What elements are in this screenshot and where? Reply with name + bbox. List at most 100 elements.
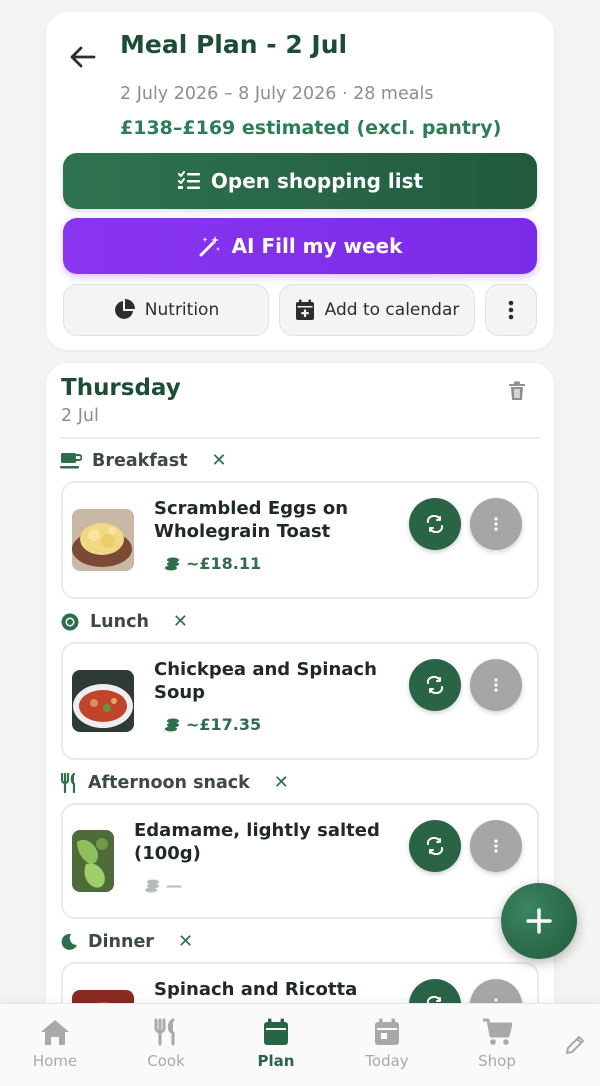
nav-plan[interactable]: Plan — [236, 1018, 316, 1070]
meal-label-breakfast: Breakfast ✕ — [60, 450, 227, 471]
meal-card-lunch[interactable]: Chickpea and Spinach Soup ~£17.35 — [61, 642, 539, 760]
bottom-navigation: Home Cook Plan Today Shop — [0, 1003, 600, 1086]
ai-fill-week-button[interactable]: AI Fill my week — [63, 218, 537, 274]
add-to-calendar-button[interactable]: Add to calendar — [279, 284, 475, 336]
meal-options-button[interactable] — [470, 820, 522, 872]
remove-meal-slot-button[interactable]: ✕ — [178, 931, 193, 952]
magic-wand-icon — [199, 236, 220, 257]
meal-label-text: Breakfast — [92, 450, 188, 471]
plus-icon — [526, 908, 552, 934]
meal-name-line: Scrambled Eggs on — [154, 498, 349, 519]
coins-icon — [165, 557, 179, 570]
trash-icon — [509, 381, 525, 400]
coffee-cup-icon — [60, 452, 82, 468]
cost-estimate: £138–£169 estimated (excl. pantry) — [120, 117, 502, 139]
nutrition-label: Nutrition — [144, 300, 220, 320]
nav-today[interactable]: Today — [347, 1018, 427, 1070]
meal-name-line: (100g) — [134, 843, 201, 864]
nav-home[interactable]: Home — [15, 1018, 95, 1070]
meal-plan-header-card: Meal Plan - 2 Jul 2 July 2026 – 8 July 2… — [46, 12, 554, 350]
swap-icon — [426, 837, 444, 855]
calendar-icon — [264, 1018, 288, 1045]
edit-button[interactable] — [564, 1034, 586, 1060]
nav-label: Today — [365, 1052, 409, 1070]
meal-label-text: Lunch — [90, 611, 149, 632]
page-title: Meal Plan - 2 Jul — [120, 30, 348, 59]
nav-label: Cook — [147, 1052, 185, 1070]
moon-icon — [61, 933, 77, 950]
meal-thumbnail — [72, 509, 134, 571]
back-button[interactable] — [68, 42, 98, 72]
coins-icon — [165, 718, 179, 731]
meal-options-button[interactable] — [470, 659, 522, 711]
meal-card-breakfast[interactable]: Scrambled Eggs on Wholegrain Toast ~£18.… — [61, 481, 539, 599]
meal-thumbnail — [72, 670, 134, 732]
meal-name: Scrambled Eggs on Wholegrain Toast — [154, 497, 348, 543]
nav-label: Home — [32, 1052, 78, 1070]
remove-meal-slot-button[interactable]: ✕ — [173, 611, 188, 632]
home-icon — [41, 1020, 69, 1045]
nav-label: Plan — [257, 1052, 295, 1070]
divider — [61, 437, 540, 439]
meal-card-afternoon-snack[interactable]: Edamame, lightly salted (100g) — — [61, 803, 539, 919]
meal-label-dinner: Dinner ✕ — [60, 931, 193, 952]
date-range-text: 2 July 2026 – 8 July 2026 · 28 meals — [120, 84, 434, 104]
sun-icon — [61, 613, 79, 630]
nutrition-button[interactable]: Nutrition — [63, 284, 269, 336]
kebab-icon — [494, 678, 498, 692]
calendar-today-icon — [375, 1018, 399, 1045]
fork-knife-icon — [60, 772, 76, 793]
meal-label-text: Dinner — [88, 931, 154, 952]
food-photo-edamame — [72, 830, 114, 892]
meal-price-text: ~£17.35 — [186, 715, 262, 734]
day-date: 2 Jul — [61, 406, 99, 426]
swap-meal-button[interactable] — [409, 498, 461, 550]
fork-knife-icon — [154, 1018, 175, 1046]
food-photo-soup — [72, 670, 134, 732]
delete-day-button[interactable] — [508, 381, 532, 405]
meal-thumbnail — [72, 830, 114, 892]
meal-name-line: Soup — [154, 682, 206, 703]
meal-price: ~£18.11 — [164, 554, 261, 573]
meal-label-afternoon-snack: Afternoon snack ✕ — [60, 772, 289, 793]
meal-label-lunch: Lunch ✕ — [60, 611, 188, 632]
food-photo-eggs — [72, 509, 134, 571]
swap-meal-button[interactable] — [409, 659, 461, 711]
meal-price: — — [144, 876, 182, 895]
meal-label-text: Afternoon snack — [88, 772, 250, 793]
kebab-icon — [494, 517, 498, 531]
swap-icon — [426, 515, 444, 533]
add-to-calendar-label: Add to calendar — [324, 300, 460, 320]
nav-cook[interactable]: Cook — [126, 1018, 206, 1070]
meal-name-line: Chickpea and Spinach — [154, 659, 377, 680]
kebab-icon — [494, 839, 498, 853]
more-options-button[interactable] — [485, 284, 537, 336]
swap-icon — [426, 676, 444, 694]
nav-shop[interactable]: Shop — [457, 1018, 537, 1070]
add-meal-fab[interactable] — [501, 883, 577, 959]
pencil-icon — [566, 1036, 584, 1054]
meal-options-button[interactable] — [470, 498, 522, 550]
calendar-add-icon — [295, 299, 314, 320]
meal-price-text: ~£18.11 — [186, 554, 262, 573]
checklist-icon — [177, 171, 200, 189]
cart-icon — [483, 1018, 512, 1045]
nav-label: Shop — [478, 1052, 516, 1070]
meal-name: Edamame, lightly salted (100g) — [134, 819, 380, 865]
meal-name: Chickpea and Spinach Soup — [154, 658, 377, 704]
day-card-thursday: Thursday 2 Jul Breakfast ✕ Scrambled Egg… — [46, 363, 554, 1023]
open-shopping-list-button[interactable]: Open shopping list — [63, 153, 537, 209]
meal-name-line: Wholegrain Toast — [154, 521, 331, 542]
swap-meal-button[interactable] — [409, 820, 461, 872]
kebab-icon — [508, 300, 514, 320]
meal-name-line: Edamame, lightly salted — [134, 820, 380, 841]
meal-price-text: — — [166, 876, 182, 895]
remove-meal-slot-button[interactable]: ✕ — [212, 450, 227, 471]
open-shopping-list-label: Open shopping list — [210, 169, 424, 193]
meal-name-line: Spinach and Ricotta — [154, 979, 358, 1000]
meal-price: ~£17.35 — [164, 715, 261, 734]
meal-name: Spinach and Ricotta — [154, 978, 357, 1001]
coins-icon — [145, 879, 159, 892]
ai-fill-week-label: AI Fill my week — [231, 234, 403, 258]
remove-meal-slot-button[interactable]: ✕ — [274, 772, 289, 793]
